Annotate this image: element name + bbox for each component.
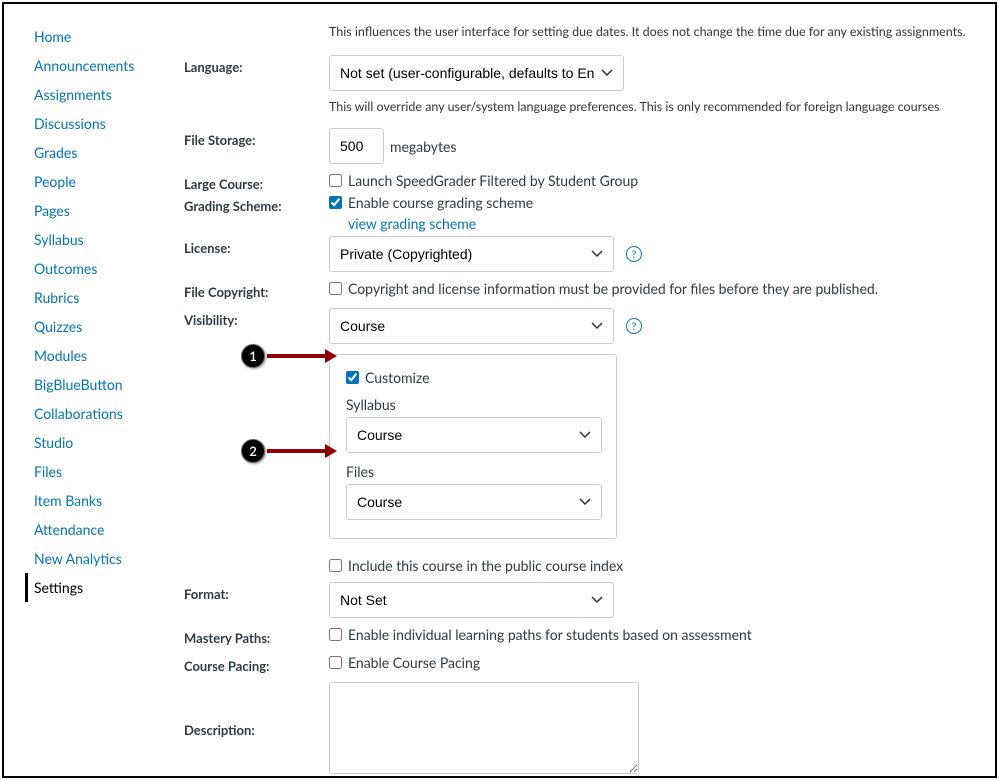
course-pacing-checkbox-label: Enable Course Pacing	[348, 654, 480, 671]
license-label: License:	[184, 236, 329, 256]
nav-attendance[interactable]: Attendance	[34, 515, 179, 544]
nav-rubrics[interactable]: Rubrics	[34, 283, 179, 312]
nav-outcomes[interactable]: Outcomes	[34, 254, 179, 283]
public-index-checkbox-label: Include this course in the public course…	[348, 557, 623, 574]
nav-discussions[interactable]: Discussions	[34, 109, 179, 138]
nav-bigbluebutton[interactable]: BigBlueButton	[34, 370, 179, 399]
language-select[interactable]: Not set (user-configurable, defaults to …	[329, 55, 624, 91]
nav-studio[interactable]: Studio	[34, 428, 179, 457]
nav-syllabus[interactable]: Syllabus	[34, 225, 179, 254]
help-icon[interactable]: ?	[626, 246, 642, 262]
nav-pages[interactable]: Pages	[34, 196, 179, 225]
description-textarea[interactable]	[329, 682, 639, 774]
nav-home[interactable]: Home	[34, 22, 179, 51]
customize-checkbox[interactable]	[346, 371, 359, 384]
mastery-paths-label: Mastery Paths:	[184, 626, 329, 646]
file-copyright-checkbox[interactable]	[329, 282, 342, 295]
large-course-label: Large Course:	[184, 172, 329, 192]
nav-collaborations[interactable]: Collaborations	[34, 399, 179, 428]
nav-settings[interactable]: Settings	[25, 573, 179, 602]
grading-scheme-checkbox[interactable]	[329, 196, 342, 209]
visibility-label: Visibility:	[184, 308, 329, 328]
nav-new-analytics[interactable]: New Analytics	[34, 544, 179, 573]
settings-form: This influences the user interface for s…	[184, 4, 984, 778]
nav-quizzes[interactable]: Quizzes	[34, 312, 179, 341]
file-storage-label: File Storage:	[184, 128, 329, 148]
nav-grades[interactable]: Grades	[34, 138, 179, 167]
language-hint: This will override any user/system langu…	[329, 99, 940, 114]
nav-assignments[interactable]: Assignments	[34, 80, 179, 109]
visibility-customize-box: Customize Syllabus Course Files Course	[329, 354, 617, 539]
files-sub-label: Files	[346, 463, 600, 480]
mastery-paths-checkbox-label: Enable individual learning paths for stu…	[348, 626, 752, 643]
mastery-paths-checkbox[interactable]	[329, 628, 342, 641]
description-label: Description:	[184, 718, 329, 738]
syllabus-sub-label: Syllabus	[346, 396, 600, 413]
course-pacing-checkbox[interactable]	[329, 656, 342, 669]
visibility-select[interactable]: Course	[329, 308, 614, 344]
course-nav: Home Announcements Assignments Discussio…	[34, 22, 179, 602]
license-select[interactable]: Private (Copyrighted)	[329, 236, 614, 272]
file-storage-input[interactable]	[329, 128, 384, 164]
large-course-checkbox[interactable]	[329, 174, 342, 187]
grading-scheme-label: Grading Scheme:	[184, 194, 329, 214]
grading-scheme-checkbox-label: Enable course grading scheme	[348, 194, 533, 211]
nav-item-banks[interactable]: Item Banks	[34, 486, 179, 515]
file-storage-unit: megabytes	[390, 138, 456, 155]
course-pacing-label: Course Pacing:	[184, 654, 329, 674]
file-copyright-label: File Copyright:	[184, 280, 329, 300]
public-index-checkbox[interactable]	[329, 559, 342, 572]
view-grading-scheme-link[interactable]: view grading scheme	[348, 215, 476, 232]
customize-checkbox-label: Customize	[365, 369, 430, 386]
nav-announcements[interactable]: Announcements	[34, 51, 179, 80]
syllabus-visibility-select[interactable]: Course	[346, 417, 602, 453]
nav-people[interactable]: People	[34, 167, 179, 196]
nav-files[interactable]: Files	[34, 457, 179, 486]
help-icon[interactable]: ?	[626, 318, 642, 334]
file-copyright-checkbox-label: Copyright and license information must b…	[348, 280, 878, 297]
nav-modules[interactable]: Modules	[34, 341, 179, 370]
format-label: Format:	[184, 582, 329, 602]
large-course-checkbox-label: Launch SpeedGrader Filtered by Student G…	[348, 172, 638, 189]
language-label: Language:	[184, 55, 329, 75]
due-date-hint: This influences the user interface for s…	[329, 24, 966, 39]
format-select[interactable]: Not Set	[329, 582, 614, 618]
files-visibility-select[interactable]: Course	[346, 484, 602, 520]
